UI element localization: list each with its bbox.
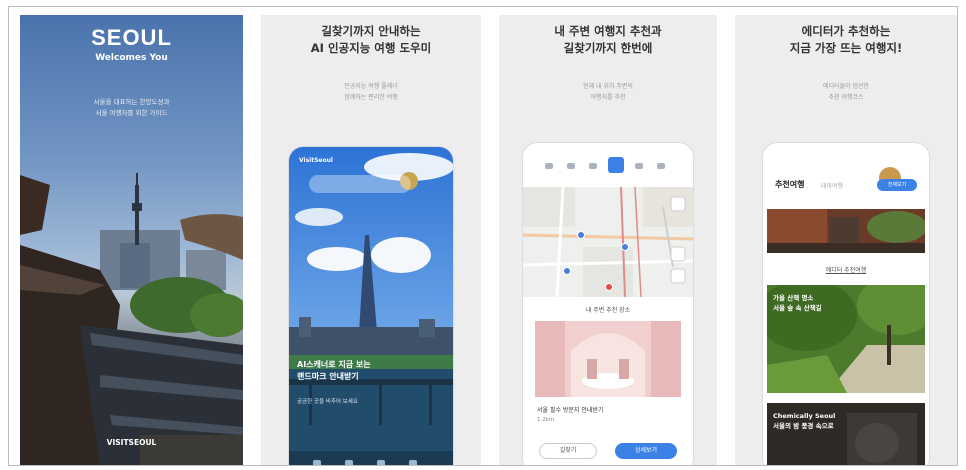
subcaption-line-1: 현재 내 위치 주변의 [583,83,633,90]
subcaption-line-2: 추천 여행코스 [828,94,864,101]
map-view[interactable] [523,187,693,297]
category-icon[interactable] [567,163,575,169]
seoul-skyline-image [20,173,243,465]
card1-line-1: 가을 산책 명소 [773,294,814,302]
scanner-overlay: AI스캐너로 지금 보는 랜드마크 안내받기 [297,359,371,383]
recommend-header: 추천여행 [775,180,805,189]
panel-caption: 길찾기까지 안내하는 AI 인공지능 여행 도우미 [261,23,481,57]
place-photo [535,321,681,397]
panel-nearby: 내 주변 여행지 추천과 길찾기까지 한번에 현재 내 위치 주변의 여행지를 … [499,15,717,465]
card1-text: 가을 산책 명소 서울 숲 속 산책길 [773,293,822,313]
welcome-description: 서울을 대표하는 한양도성과 서울 여행자를 위한 가이드 [20,97,243,119]
subcaption-line-2: 함께하는 편리한 여행 [344,94,398,101]
card1-line-2: 서울 숲 속 산책길 [773,304,822,312]
desc-line-1: 서울을 대표하는 한양도성과 [93,98,170,106]
caption-line-2: AI 인공지능 여행 도우미 [310,41,432,55]
panel-editor-picks: 에디터가 추천하는 지금 가장 뜨는 여행지! 에디터들이 엄선한 추천 여행코… [735,15,957,465]
caption-line-1: 길찾기까지 안내하는 [321,24,421,38]
category-bar [523,155,693,179]
featured-photo[interactable] [767,209,925,253]
card2-line-1: Chemically Seoul [773,412,836,420]
panel-subcaption: 인공지능 여행 플래너 함께하는 편리한 여행 [261,81,481,103]
category-icon[interactable] [545,163,553,169]
home-icon[interactable] [313,460,321,465]
caption-line-2: 지금 가장 뜨는 여행지! [789,41,903,55]
theme-tab[interactable]: 테마여행 [821,181,843,190]
app-subtitle: Welcomes You [95,53,168,63]
brand-logo-text: VISITSEOUL [106,438,157,447]
app-label: VisitSeoul [299,157,333,164]
card2-line-2: 서울의 밤 풍경 속으로 [773,422,834,430]
panel-subcaption: 현재 내 위치 주변의 여행지를 추천 [499,81,717,103]
map-pin-icon[interactable] [563,267,571,275]
card2-text: Chemically Seoul 서울의 밤 풍경 속으로 [773,411,835,431]
caption-line-2: 길찾기까지 한번에 [563,41,653,55]
section-label: 내 주변 추천 장소 [585,307,631,314]
panel-seoul-welcome: SEOUL Welcomes You 서울을 대표하는 한양도성과 서울 여행자… [20,15,243,465]
chat-bubble [309,175,411,193]
category-icon[interactable] [635,163,643,169]
details-button[interactable]: 상세보기 [615,443,677,459]
overlay-small-text: 궁금한 곳을 비추어 보세요 [297,399,358,405]
panel-subcaption: 에디터들이 엄선한 추천 여행코스 [735,81,957,103]
caption-line-1: 에디터가 추천하는 [801,24,891,38]
subcaption-line-1: 에디터들이 엄선한 [822,83,870,90]
panel-caption: 내 주변 여행지 추천과 길찾기까지 한번에 [499,23,717,57]
phone-mockup: VisitSeoul AI스캐너로 지금 보는 랜드마크 안내받기 궁금한 곳을… [289,147,453,465]
section-label: 에디터 추천여행 [825,267,867,274]
search-icon[interactable] [345,460,353,465]
map-pin-icon[interactable] [577,231,585,239]
bottom-nav [289,451,453,465]
subcaption-line-2: 여행지를 추천 [590,94,626,101]
desc-line-2: 서울 여행자를 위한 가이드 [95,109,168,117]
category-icon[interactable] [589,163,597,169]
profile-icon[interactable] [409,460,417,465]
map-pin-icon[interactable] [621,243,629,251]
place-distance: 1.2km [537,417,555,423]
panel-caption: 에디터가 추천하는 지금 가장 뜨는 여행지! [735,23,957,57]
map-icon[interactable] [377,460,385,465]
phone-mockup: 추천여행 테마여행 전체보기 에디터 추천여행 가을 산책 명소 서울 숲 속 … [763,143,929,465]
category-selected-icon[interactable] [608,157,624,173]
app-title: SEOUL [91,25,172,50]
phone-mockup: 내 주변 추천 장소 서울 필수 방문지 안내받기 1.2km 길찾기 상세보기 [523,143,693,465]
directions-button[interactable]: 길찾기 [539,443,597,459]
category-icon[interactable] [657,163,665,169]
subcaption-line-1: 인공지능 여행 플래너 [344,83,398,90]
overlay-line-2: 랜드마크 안내받기 [297,372,359,381]
screenshot-frame: SEOUL Welcomes You 서울을 대표하는 한양도성과 서울 여행자… [8,6,958,466]
place-title: 서울 필수 방문지 안내받기 [537,407,604,414]
location-pin-icon[interactable] [605,283,613,291]
panel-ai-assistant: 길찾기까지 안내하는 AI 인공지능 여행 도우미 인공지능 여행 플래너 함께… [261,15,481,465]
lotte-tower-photo [289,147,453,465]
view-all-button[interactable]: 전체보기 [877,179,917,191]
caption-line-1: 내 주변 여행지 추천과 [554,24,662,38]
overlay-line-1: AI스캐너로 지금 보는 [297,360,371,369]
